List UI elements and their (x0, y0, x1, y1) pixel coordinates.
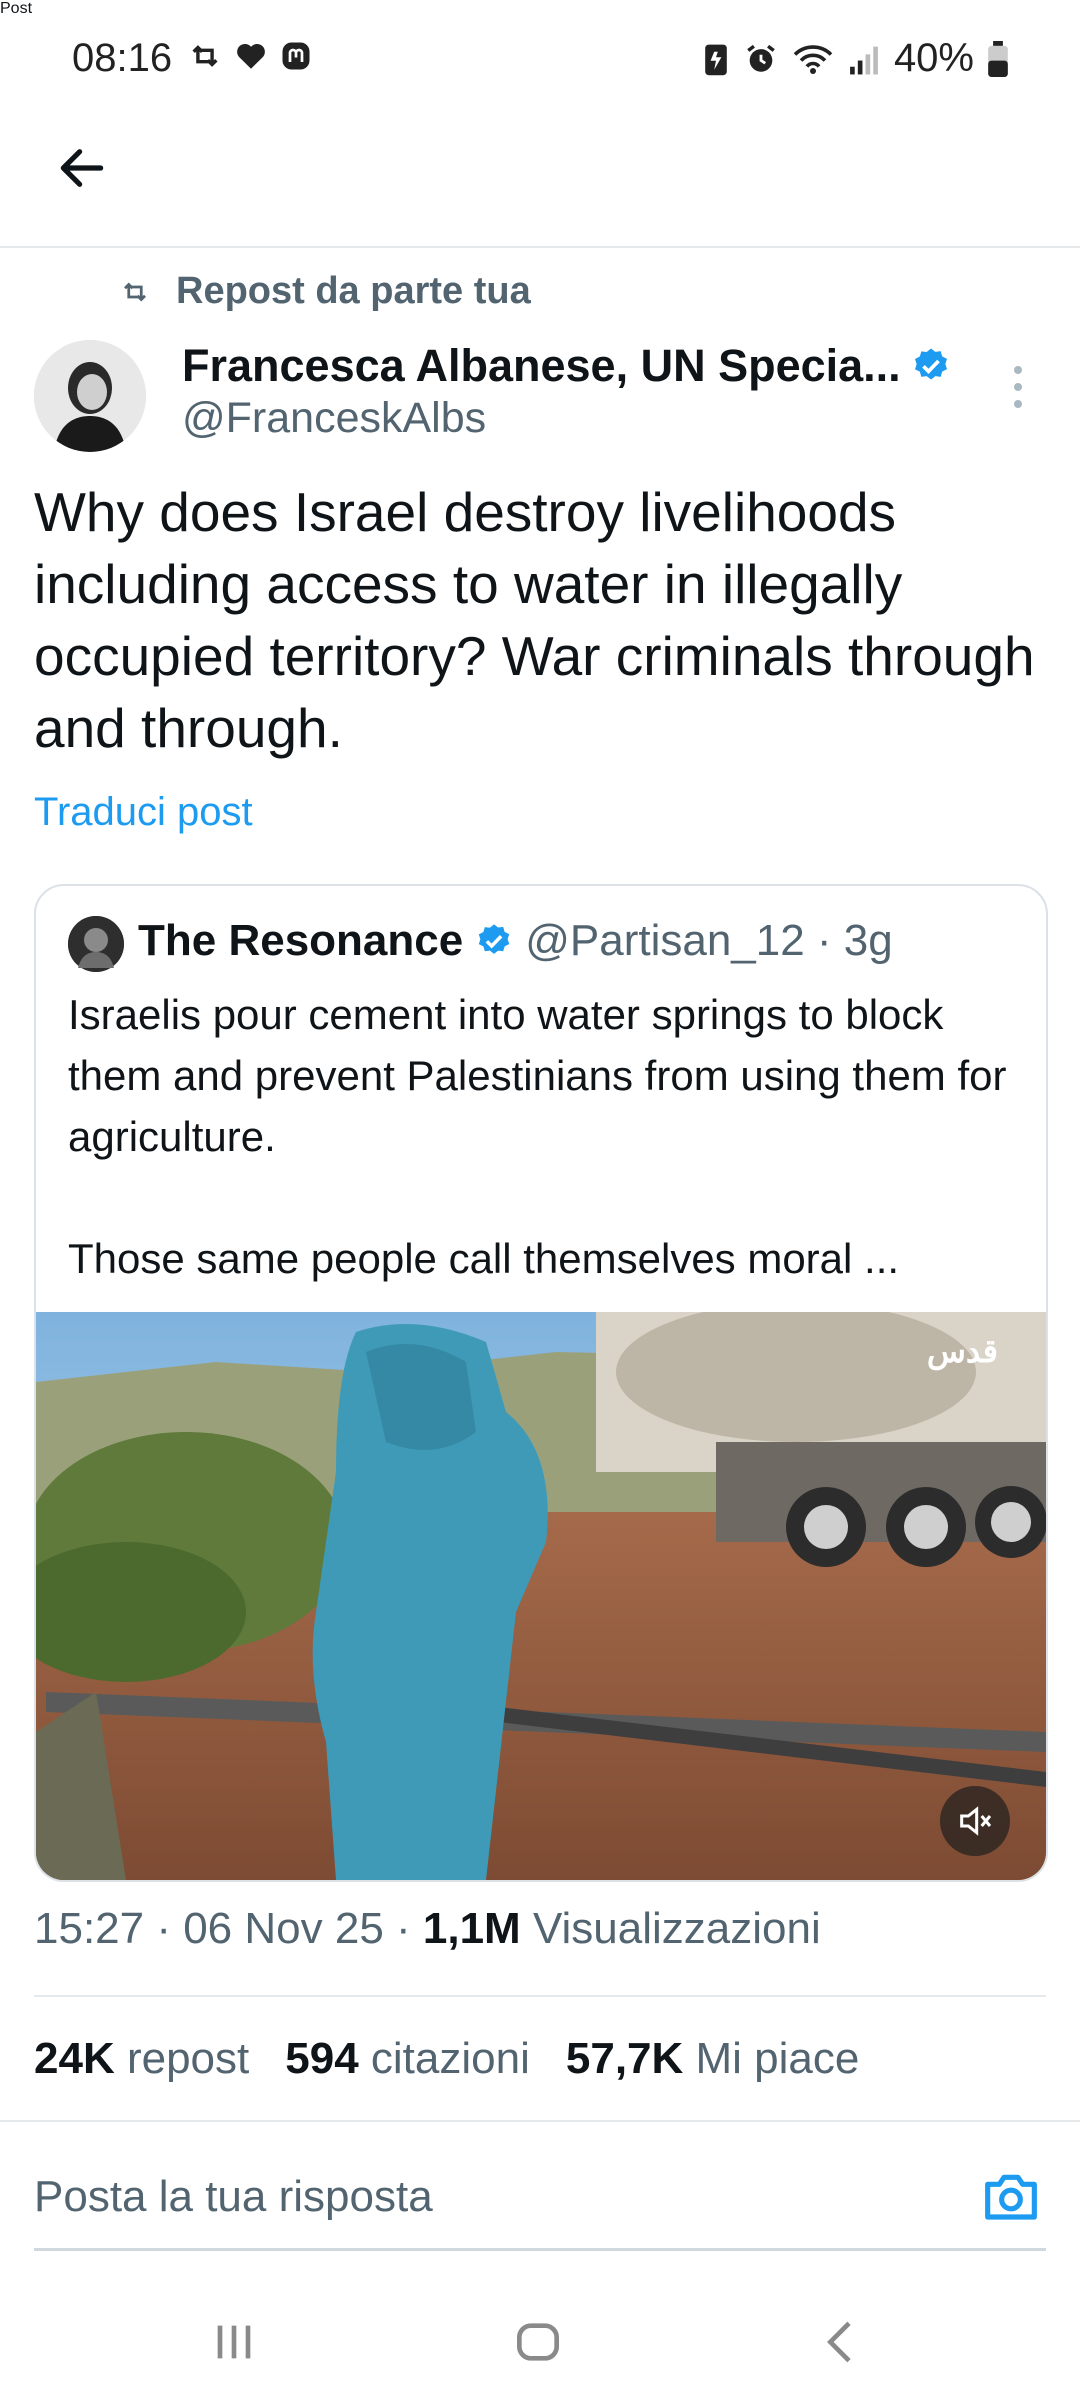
author-handle[interactable]: @FranceskAlbs (182, 394, 486, 443)
reply-underline (34, 2248, 1046, 2251)
author-name-row[interactable]: Francesca Albanese, UN Specia... (182, 340, 951, 392)
battery-saver-icon (705, 44, 727, 75)
page-title: Post (0, 0, 33, 17)
status-bar: 08:16 40% (0, 0, 1080, 120)
battery-icon (988, 40, 1008, 77)
signal-icon (850, 46, 878, 74)
status-system-icons: 40% (702, 36, 1008, 81)
more-options-button[interactable] (1014, 366, 1022, 408)
camera-icon (985, 2174, 1037, 2220)
avatar-photo (34, 340, 146, 452)
quoted-author-meta: @Partisan_12 · 3g (525, 916, 893, 965)
likes-label: Mi piace (695, 2034, 860, 2083)
arrow-left-icon (60, 149, 104, 187)
video-watermark: قدس (926, 1333, 998, 1369)
author-avatar[interactable] (34, 340, 146, 452)
mute-button[interactable] (940, 1786, 1010, 1856)
reposts-label: repost (126, 2034, 250, 2083)
post-meta: 15:27 · 06 Nov 25 · 1,1M Visualizzazioni (34, 1904, 821, 1954)
post-stats: 24K repost 594 citazioni 57,7K Mi piace (34, 2034, 859, 2084)
quoted-video[interactable]: قدس (36, 1312, 1046, 1880)
repost-notification-icon (192, 45, 218, 67)
repost-indicator: Repost da parte tua (118, 270, 531, 313)
repost-icon (124, 282, 146, 301)
alarm-icon (747, 44, 775, 72)
quoted-post-header: The Resonance @Partisan_12 · 3g (138, 916, 893, 966)
back-button[interactable] (54, 140, 110, 201)
status-notification-icons (186, 38, 314, 74)
post-text: Why does Israel destroy livelihoods incl… (34, 481, 1035, 759)
top-app-bar (0, 120, 1080, 248)
camera-button[interactable] (980, 2168, 1042, 2229)
post-datetime: 15:27 · 06 Nov 25 · (34, 1904, 423, 1953)
author-name[interactable]: Francesca Albanese, UN Specia... (182, 340, 901, 392)
verified-badge-icon (479, 924, 510, 954)
quotes-count: 594 (285, 2034, 359, 2083)
heart-notification-icon (237, 43, 265, 69)
system-navigation-bar (0, 2290, 1080, 2400)
quoted-post-card[interactable]: The Resonance @Partisan_12 · 3g Israelis… (34, 884, 1048, 1882)
views-label: Visualizzazioni (520, 1904, 821, 1953)
repost-label: Repost da parte tua (176, 270, 531, 312)
views-count: 1,1M (422, 1904, 521, 1953)
status-time: 08:16 (72, 36, 173, 80)
translate-post-link[interactable]: Traduci post (34, 790, 253, 835)
recent-apps-icon[interactable] (206, 2314, 262, 2370)
mastodon-icon (282, 42, 310, 70)
wifi-icon (793, 44, 833, 74)
quotes-label: citazioni (370, 2034, 530, 2083)
home-icon[interactable] (510, 2314, 566, 2370)
reposts-stat[interactable]: 24K repost (34, 2034, 249, 2084)
divider (34, 1995, 1046, 1997)
likes-stat[interactable]: 57,7K Mi piace (566, 2034, 860, 2084)
quoted-author-avatar (68, 916, 124, 972)
likes-count: 57,7K (565, 2034, 684, 2083)
divider (0, 2120, 1080, 2122)
more-vertical-icon (1014, 366, 1022, 374)
back-nav-icon[interactable] (814, 2314, 870, 2370)
quotes-stat[interactable]: 594 citazioni (285, 2034, 530, 2084)
battery-percentage: 40% (893, 36, 974, 80)
reposts-count: 24K (34, 2034, 115, 2083)
reply-input[interactable]: Posta la tua risposta (34, 2172, 433, 2222)
volume-muted-icon (960, 1806, 992, 1836)
verified-badge-icon (914, 348, 947, 380)
quoted-author-name: The Resonance (138, 916, 464, 965)
video-frame (36, 1312, 1046, 1880)
quoted-post-text: Israelis pour cement into water springs … (68, 991, 1007, 1282)
